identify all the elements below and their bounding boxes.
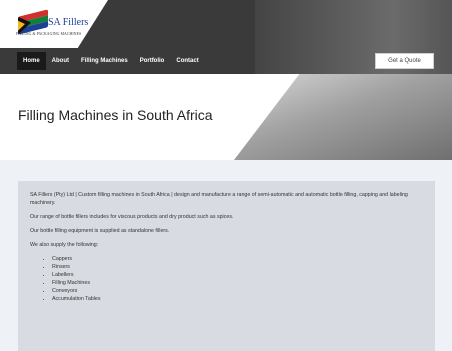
supply-list: Cappers Rinsers Labellers Filling Machin…: [30, 255, 423, 303]
get-a-quote-button[interactable]: Get a Quote: [375, 53, 434, 69]
nav-item-home[interactable]: Home: [17, 52, 46, 70]
banner-photo: [234, 74, 452, 160]
equipment-paragraph: Our bottle filling equipment is supplied…: [30, 228, 170, 234]
list-item: Accumulation Tables: [52, 295, 423, 303]
list-item: Rinsers: [52, 263, 423, 271]
logo[interactable]: SA Fillers FILLING & PACKAGING MACHINES: [14, 9, 98, 38]
intro-paragraph: SA Fillers (Pty) Ltd | Custom filling ma…: [30, 192, 408, 206]
nav-item-contact[interactable]: Contact: [170, 52, 204, 70]
nav-item-about[interactable]: About: [46, 52, 75, 70]
site-header: SA Fillers FILLING & PACKAGING MACHINES …: [0, 0, 452, 74]
nav-item-filling-machines[interactable]: Filling Machines: [75, 52, 134, 70]
supply-paragraph: We also supply the following:: [30, 242, 99, 248]
logo-tagline: FILLING & PACKAGING MACHINES: [16, 32, 82, 36]
list-item: Labellers: [52, 271, 423, 279]
list-item: Filling Machines: [52, 279, 423, 287]
list-item: Cappers: [52, 255, 423, 263]
logo-name: SA Fillers: [48, 17, 89, 28]
flag-icon: [18, 9, 48, 35]
page-title: Filling Machines in South Africa: [18, 107, 213, 123]
nav-item-portfolio[interactable]: Portfolio: [134, 52, 171, 70]
list-item: Conveyors: [52, 287, 423, 295]
content-panel: SA Fillers (Pty) Ltd | Custom filling ma…: [18, 181, 435, 351]
main-nav: Home About Filling Machines Portfolio Co…: [17, 52, 205, 70]
page-banner: Filling Machines in South Africa: [0, 74, 452, 160]
fillers-paragraph: Our range of bottle fillers includes for…: [30, 214, 234, 220]
